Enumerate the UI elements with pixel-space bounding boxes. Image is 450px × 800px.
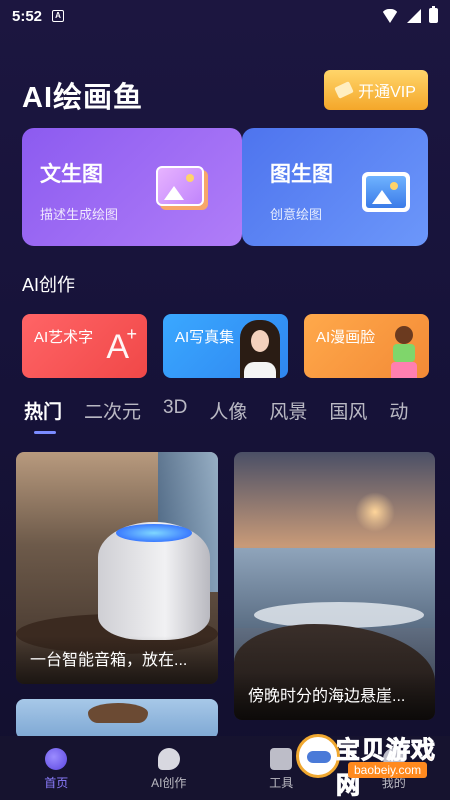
tab-chinese-style[interactable]: 国风 — [329, 397, 367, 437]
planet-icon — [45, 748, 68, 770]
vip-button[interactable]: 开通VIP — [324, 70, 428, 110]
signal-icon — [407, 8, 421, 23]
status-time: 5:52 — [12, 7, 43, 25]
category-tabs: 热门 二次元 3D 人像 风景 国风 动 — [24, 397, 450, 437]
nav-home[interactable]: 首页 — [0, 736, 113, 800]
tab-more[interactable]: 动 — [389, 397, 408, 437]
smart-speaker-image — [98, 522, 210, 640]
nav-label: AI创作 — [151, 776, 187, 790]
status-bar: 5:52 A — [0, 0, 450, 32]
tab-3d[interactable]: 3D — [163, 397, 187, 437]
tab-landscape[interactable]: 风景 — [269, 397, 307, 437]
ticket-icon — [334, 81, 354, 99]
watermark: 宝贝游戏网 baobeiy.com — [296, 726, 446, 800]
ai-card-label: AI艺术字 — [34, 329, 94, 346]
image-to-image-card[interactable]: 图生图 创意绘图 — [242, 128, 428, 246]
watermark-url: baobeiy.com — [348, 762, 428, 778]
tab-hot[interactable]: 热门 — [24, 397, 62, 437]
image-stack-icon — [156, 166, 208, 210]
wifi-icon — [381, 8, 399, 23]
status-indicators — [381, 6, 438, 23]
tab-portrait[interactable]: 人像 — [209, 397, 247, 437]
text-to-image-card[interactable]: 文生图 描述生成绘图 — [22, 128, 242, 246]
cowboy-hat-image — [88, 703, 148, 723]
gamepad-logo-icon — [296, 734, 340, 778]
tab-anime[interactable]: 二次元 — [84, 397, 141, 437]
tools-icon — [270, 748, 293, 770]
portrait-image — [240, 320, 280, 378]
plus-icon: + — [126, 324, 137, 344]
header: AI绘画鱼 开通VIP — [22, 70, 428, 114]
ai-photo-album-card[interactable]: AI写真集 — [163, 314, 288, 378]
palette-icon — [157, 748, 180, 770]
sunset-image — [355, 492, 395, 532]
ai-comic-face-card[interactable]: AI漫画脸 — [304, 314, 429, 378]
nav-ai-create[interactable]: AI创作 — [113, 736, 226, 800]
gallery-caption: 傍晚时分的海边悬崖... — [234, 672, 435, 720]
ai-art-text-card[interactable]: AI艺术字 A + — [22, 314, 147, 378]
feature-title: 文生图 — [40, 163, 103, 186]
ai-card-label: AI写真集 — [175, 329, 235, 346]
ai-card-label: AI漫画脸 — [316, 329, 376, 346]
waves-image — [254, 602, 424, 628]
gallery-card[interactable]: 傍晚时分的海边悬崖... — [234, 452, 435, 720]
vip-label: 开通VIP — [358, 84, 416, 101]
picture-icon — [362, 172, 410, 212]
notification-icon: A — [52, 10, 65, 22]
battery-icon — [429, 6, 438, 23]
anime-character-image — [389, 320, 419, 378]
app-title: AI绘画鱼 — [22, 82, 144, 114]
gallery-card[interactable]: 一台智能音箱，放在... — [16, 452, 218, 684]
gallery-caption: 一台智能音箱，放在... — [16, 636, 218, 684]
feature-subtitle: 描述生成绘图 — [40, 207, 119, 222]
nav-label: 首页 — [44, 776, 69, 790]
nav-label: 工具 — [269, 776, 294, 790]
gallery-card[interactable] — [16, 699, 218, 739]
section-title: AI创作 — [22, 275, 76, 295]
